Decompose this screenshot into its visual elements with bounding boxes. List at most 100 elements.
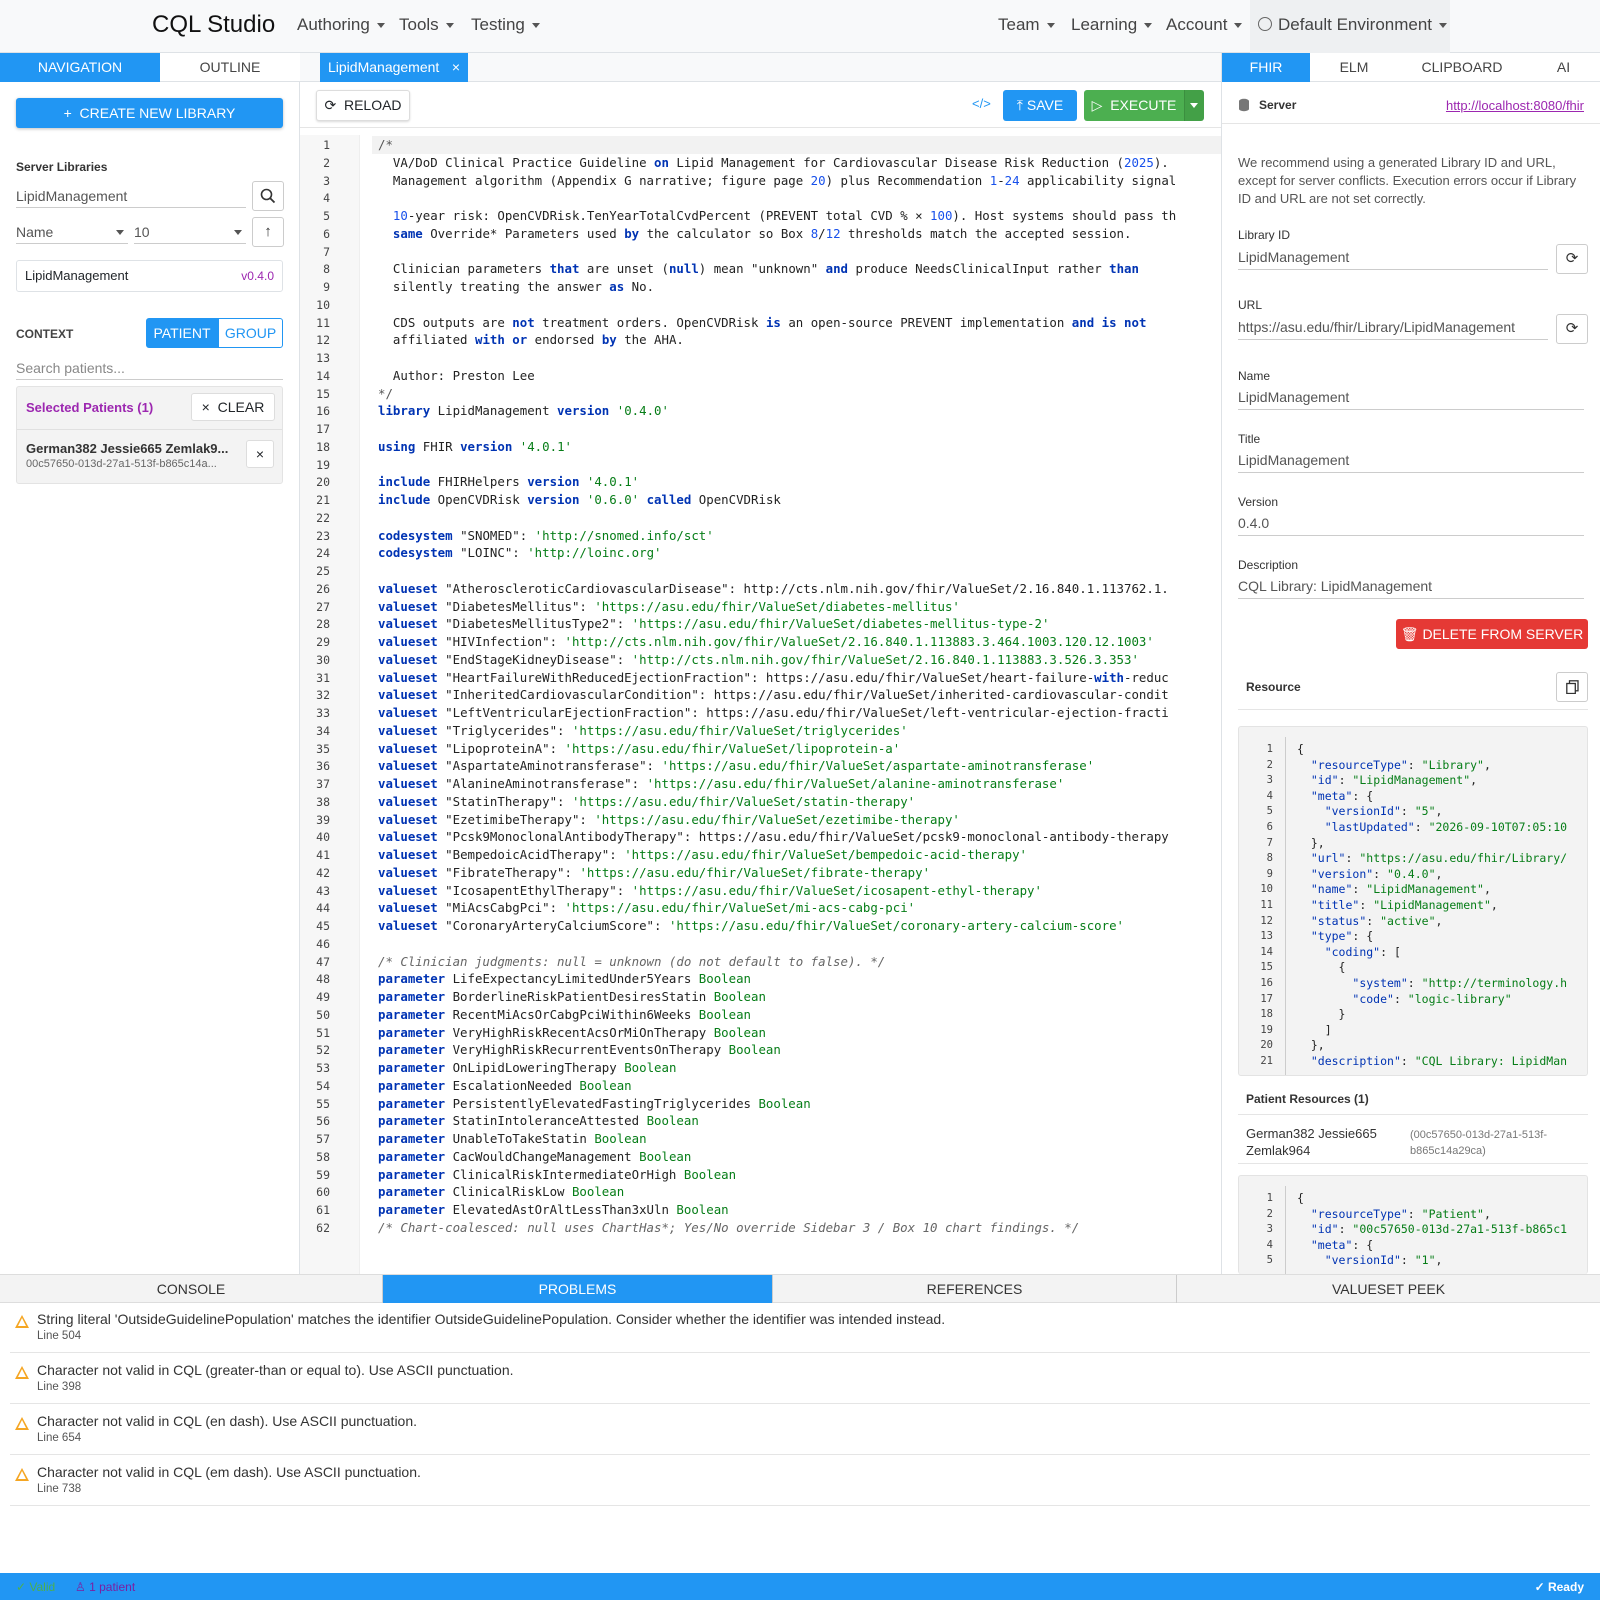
tab-references[interactable]: REFERENCES: [773, 1275, 1177, 1303]
description-label: Description: [1238, 558, 1299, 572]
code-line: 59 parameter ClinicalRiskIntermediateOrHi…: [316, 1166, 737, 1182]
code-line: 38 valueset "StatinTherapy": 'https://asu…: [316, 793, 916, 809]
copy-resource-button[interactable]: [1556, 672, 1588, 702]
context-group-toggle[interactable]: GROUP: [218, 318, 283, 348]
resource-json-viewer[interactable]: 1{2 "resourceType": "Library", 3 "id": "L…: [1238, 726, 1588, 1076]
selected-patients-panel: Selected Patients (1) × CLEAR German382 …: [16, 386, 283, 484]
tab-clipboard[interactable]: CLIPBOARD: [1398, 53, 1526, 82]
save-button[interactable]: ⤒ SAVE: [1003, 90, 1077, 121]
code-line: 55 parameter PersistentlyElevatedFastingT…: [316, 1095, 811, 1111]
tab-valueset-peek[interactable]: VALUESET PEEK: [1177, 1275, 1600, 1303]
patient-resource-name[interactable]: German382 Jessie665 Zemlak964: [1246, 1125, 1396, 1159]
code-line: 14 Author: Preston Lee: [316, 367, 535, 383]
tab-fhir[interactable]: FHIR: [1222, 53, 1310, 82]
execute-button[interactable]: ▷ EXECUTE: [1084, 90, 1184, 121]
code-line: 8 Clinician parameters that are unset (n…: [323, 261, 1139, 277]
divider: [17, 429, 282, 430]
menu-tools[interactable]: Tools: [399, 15, 454, 35]
page-size-select[interactable]: 10: [134, 220, 246, 244]
patient-json-viewer[interactable]: 1{2 "resourceType": "Patient", 3 "id": "0…: [1238, 1175, 1588, 1274]
tab-console[interactable]: CONSOLE: [0, 1275, 383, 1303]
library-search-input[interactable]: LipidManagement: [16, 184, 246, 208]
search-button[interactable]: [252, 181, 284, 211]
code-line: 1/*: [300, 136, 1221, 154]
code-line: 32 valueset "InheritedCardiovascularCondi…: [316, 687, 1169, 703]
json-line: 18 }: [1260, 1007, 1346, 1022]
bottom-panel-tabs: CONSOLE PROBLEMS REFERENCES VALUESET PEE…: [0, 1274, 1600, 1303]
patient-id: 00c57650-013d-27a1-513f-b865c14a...: [26, 458, 217, 470]
menu-team[interactable]: Team: [998, 15, 1055, 35]
problem-item[interactable]: Character not valid in CQL (em dash). Us…: [10, 1456, 1590, 1506]
reload-button[interactable]: ⟳ RELOAD: [316, 90, 410, 121]
tab-elm[interactable]: ELM: [1310, 53, 1398, 82]
code-line: 43 valueset "IcosapentEthylTherapy": 'htt…: [316, 882, 1042, 898]
code-line: 34 valueset "Triglycerides": 'https://asu…: [316, 722, 908, 738]
problem-item[interactable]: String literal 'OutsideGuidelinePopulati…: [10, 1303, 1590, 1353]
url-label: URL: [1238, 298, 1263, 312]
code-line: 57 parameter UnableToTakeStatin Boolean: [316, 1131, 647, 1146]
close-tab-icon[interactable]: ×: [452, 53, 460, 82]
cql-studio-app: { "app": {"title": "CQL Studio"}, "nav":…: [0, 0, 1600, 1600]
menu-testing[interactable]: Testing: [471, 15, 540, 35]
code-line: 35 valueset "LipoproteinA": 'https://asu.…: [316, 740, 901, 756]
server-url-link[interactable]: http://localhost:8080/fhir: [1446, 98, 1584, 113]
editor-toolbar: ⟳ RELOAD </> ⤒ SAVE ▷ EXECUTE: [300, 82, 1221, 128]
person-icon: ♙: [75, 1580, 86, 1594]
clear-button[interactable]: × CLEAR: [191, 393, 275, 421]
problem-item[interactable]: Character not valid in CQL (greater-than…: [10, 1354, 1590, 1404]
warning-icon: [15, 1366, 29, 1379]
menu-environment[interactable]: Default Environment: [1258, 15, 1448, 35]
json-line: 6 "lastUpdated": "2026-09-10T07:05:10: [1266, 820, 1568, 834]
search-patients-input[interactable]: Search patients...: [16, 356, 283, 380]
tab-problems[interactable]: PROBLEMS: [383, 1275, 773, 1303]
code-line: 49 parameter BorderlineRiskPatientDesires…: [316, 989, 766, 1004]
tab-outline[interactable]: OUTLINE: [160, 53, 300, 82]
code-line: 21 include OpenCVDRisk version '0.6.0' ca…: [316, 492, 781, 507]
app-title[interactable]: CQL Studio: [152, 11, 275, 39]
divider: [1238, 1114, 1588, 1115]
code-line: 5 10-year risk: OpenCVDRisk.TenYearTotal…: [323, 208, 1177, 223]
url-input[interactable]: https://asu.edu/fhir/Library/LipidManage…: [1238, 314, 1548, 340]
library-list-item[interactable]: LipidManagement v0.4.0: [16, 260, 283, 292]
description-input[interactable]: CQL Library: LipidManagement: [1238, 573, 1584, 599]
sort-direction-button[interactable]: ↑: [252, 217, 284, 247]
name-input[interactable]: LipidManagement: [1238, 384, 1584, 410]
remove-patient-button[interactable]: ×: [246, 440, 274, 468]
tab-navigation[interactable]: NAVIGATION: [0, 53, 160, 82]
execute-dropdown-button[interactable]: [1184, 90, 1204, 121]
context-patient-toggle[interactable]: PATIENT: [146, 318, 218, 348]
caret-down-icon: [1144, 23, 1153, 29]
json-line: 14 "coding": [: [1260, 944, 1401, 959]
code-editor[interactable]: 1/* 2 VA/DoD Clinical Practice Guideline …: [300, 135, 1221, 1274]
regenerate-url-button[interactable]: ⟳: [1556, 314, 1588, 344]
title-input[interactable]: LipidManagement: [1238, 447, 1584, 473]
library-id-input[interactable]: LipidManagement: [1238, 244, 1548, 270]
code-line: 61 parameter ElevatedAstOrAltLessThan3xUl…: [316, 1202, 729, 1217]
tab-lipidmanagement[interactable]: LipidManagement ×: [320, 53, 468, 82]
code-line: 19: [316, 457, 330, 472]
sort-field-select[interactable]: Name: [16, 220, 128, 244]
patient-name: German382 Jessie665 Zemlak9...: [26, 441, 229, 456]
left-panel-tabs: NAVIGATION OUTLINE: [0, 53, 300, 82]
code-format-icon[interactable]: </>: [972, 96, 991, 111]
server-label: Server: [1259, 98, 1297, 112]
code-line: 62/* Chart-coalesced: null uses ChartHas…: [316, 1219, 1080, 1235]
caret-down-icon: [1439, 23, 1448, 29]
warning-icon: [15, 1468, 29, 1481]
version-input[interactable]: 0.4.0: [1238, 510, 1584, 536]
close-icon: ×: [255, 446, 265, 462]
code-line: 37 valueset "AlanineAminotransferase": 'h…: [316, 776, 1065, 791]
code-line: 2 VA/DoD Clinical Practice Guideline on …: [323, 154, 1169, 170]
tab-ai[interactable]: AI: [1526, 53, 1600, 82]
menu-learning[interactable]: Learning: [1071, 15, 1153, 35]
menu-account[interactable]: Account: [1166, 15, 1243, 35]
library-version-badge: v0.4.0: [241, 269, 274, 283]
create-new-library-button[interactable]: + CREATE NEW LIBRARY: [16, 98, 283, 128]
problem-item[interactable]: Character not valid in CQL (en dash). Us…: [10, 1405, 1590, 1455]
delete-from-server-button[interactable]: 🗑 DELETE FROM SERVER: [1396, 619, 1588, 649]
regenerate-library-id-button[interactable]: ⟳: [1556, 244, 1588, 274]
code-line: 13: [316, 351, 330, 365]
code-line: 39 valueset "EzetimibeTherapy": 'https://…: [316, 811, 960, 827]
menu-authoring[interactable]: Authoring: [297, 15, 385, 35]
code-line: 18 using FHIR version '4.0.1': [316, 438, 572, 454]
